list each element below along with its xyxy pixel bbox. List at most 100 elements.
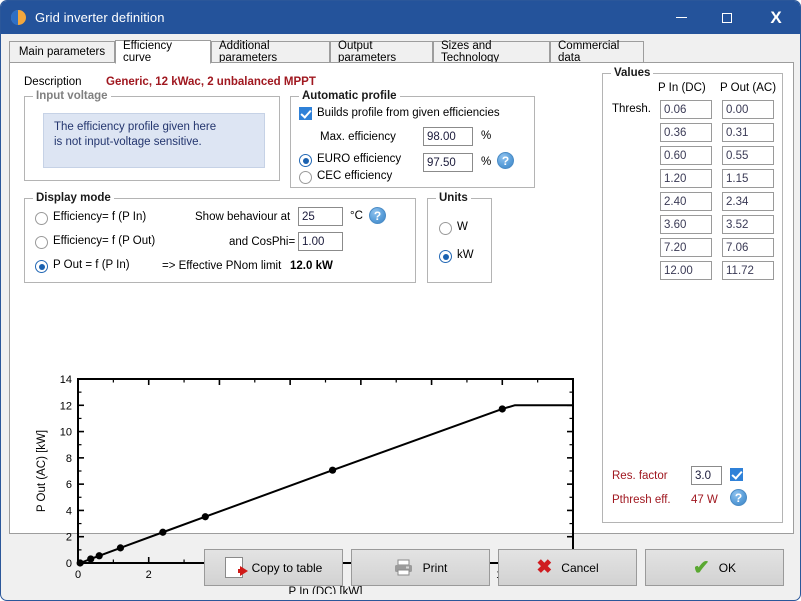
values-pin-row-4[interactable]: [660, 192, 712, 211]
description-label: Description: [24, 76, 82, 88]
res-factor-input[interactable]: [691, 466, 722, 485]
print-label: Print: [422, 560, 448, 575]
radio-unit-kw-label: kW: [457, 249, 474, 261]
automatic-profile-help-icon[interactable]: ?: [497, 152, 514, 169]
input-voltage-message-line2: is not input-voltage sensitive.: [54, 136, 202, 148]
input-voltage-title: Input voltage: [33, 90, 111, 102]
res-factor-checkbox[interactable]: [730, 468, 743, 481]
radio-efficiency-f-pout-label: Efficiency= f (P Out): [53, 235, 156, 247]
input-voltage-message: The efficiency profile given here is not…: [43, 113, 265, 168]
radio-unit-w[interactable]: [439, 222, 452, 235]
grid-inverter-definition-window: Grid inverter definition X Main paramete…: [0, 0, 801, 601]
values-col-pin-header: P In (DC): [658, 82, 706, 94]
automatic-profile-title: Automatic profile: [299, 90, 400, 102]
description-value: Generic, 12 kWac, 2 unbalanced MPPT: [106, 76, 316, 88]
document-arrow-icon: [224, 557, 248, 578]
euro-efficiency-label: EURO efficiency: [317, 153, 402, 165]
svg-text:P Out (AC) [kW]: P Out (AC) [kW]: [36, 430, 48, 512]
tab-sizes-and-technology[interactable]: Sizes and Technology: [433, 40, 550, 64]
values-pout-row-4[interactable]: [722, 192, 774, 211]
input-voltage-message-line1: The efficiency profile given here: [54, 121, 217, 133]
display-mode-group: Display mode Efficiency= f (P In) Effici…: [24, 192, 416, 283]
svg-text:10: 10: [60, 427, 72, 439]
builds-profile-checkbox[interactable]: [299, 107, 312, 120]
pthresh-label: Pthresh eff.: [612, 494, 671, 506]
radio-efficiency-f-pin-label: Efficiency= f (P In): [53, 211, 147, 223]
values-pin-row-3[interactable]: [660, 169, 712, 188]
input-voltage-group: Input voltage The efficiency profile giv…: [24, 90, 280, 181]
show-behaviour-unit: °C: [350, 210, 363, 222]
max-efficiency-input[interactable]: [423, 127, 473, 146]
tab-commercial-data[interactable]: Commercial data: [550, 40, 644, 64]
ok-button[interactable]: ✔ OK: [645, 549, 784, 586]
max-efficiency-unit: %: [481, 130, 492, 142]
svg-text:8: 8: [66, 453, 72, 465]
cec-efficiency-radio[interactable]: [299, 171, 312, 184]
values-help-icon[interactable]: ?: [730, 489, 747, 506]
cancel-label: Cancel: [561, 560, 599, 575]
automatic-profile-group: Automatic profile Builds profile from gi…: [290, 90, 535, 188]
display-mode-title: Display mode: [33, 192, 114, 204]
values-pout-row-1[interactable]: [722, 123, 774, 142]
display-mode-help-icon[interactable]: ?: [369, 207, 386, 224]
builds-profile-label: Builds profile from given efficiencies: [317, 107, 500, 119]
print-button[interactable]: Print: [351, 549, 490, 586]
pnom-limit-label: => Effective PNom limit: [162, 260, 282, 272]
thresh-label: Thresh.: [612, 103, 651, 115]
radio-pout-f-pin[interactable]: [35, 260, 48, 273]
values-pout-row-7[interactable]: [722, 261, 774, 280]
values-pout-row-3[interactable]: [722, 169, 774, 188]
close-button[interactable]: X: [750, 1, 800, 34]
values-pout-row-0[interactable]: [722, 100, 774, 119]
values-pin-row-6[interactable]: [660, 238, 712, 257]
euro-efficiency-radio[interactable]: [299, 154, 312, 167]
values-pin-row-0[interactable]: [660, 100, 712, 119]
values-pout-row-5[interactable]: [722, 215, 774, 234]
values-title: Values: [611, 67, 654, 79]
cosphi-label: and CosPhi=: [229, 236, 296, 248]
ok-label: OK: [718, 560, 737, 575]
show-behaviour-label: Show behaviour at: [195, 211, 291, 223]
values-pin-row-7[interactable]: [660, 261, 712, 280]
units-title: Units: [436, 192, 471, 204]
values-pin-row-5[interactable]: [660, 215, 712, 234]
values-pin-row-1[interactable]: [660, 123, 712, 142]
window-title: Grid inverter definition: [35, 10, 165, 25]
minimize-button[interactable]: [658, 1, 704, 34]
radio-pout-f-pin-label: P Out = f (P In): [53, 259, 130, 271]
efficiency-curve-panel: Description Generic, 12 kWac, 2 unbalanc…: [9, 62, 794, 598]
res-factor-label: Res. factor: [612, 470, 668, 482]
pnom-limit-value: 12.0 kW: [290, 260, 333, 272]
tab-efficiency-curve[interactable]: Efficiency curve: [115, 40, 211, 64]
cec-efficiency-label: CEC efficiency: [317, 170, 393, 182]
values-pout-row-2[interactable]: [722, 146, 774, 165]
check-icon: ✔: [692, 556, 710, 579]
close-x-icon: ✖: [536, 557, 553, 578]
euro-efficiency-input[interactable]: [423, 153, 473, 172]
window-controls: X: [658, 1, 800, 34]
copy-to-table-button[interactable]: Copy to table: [204, 549, 343, 586]
show-behaviour-input[interactable]: [298, 207, 343, 226]
svg-text:14: 14: [60, 374, 72, 386]
tab-output-parameters[interactable]: Output parameters: [330, 40, 433, 64]
svg-text:12: 12: [60, 400, 72, 412]
copy-to-table-label: Copy to table: [251, 560, 323, 575]
maximize-button[interactable]: [704, 1, 750, 34]
button-bar: Copy to table Print ✖ Cancel ✔ OK: [1, 541, 800, 600]
cancel-button[interactable]: ✖ Cancel: [498, 549, 637, 586]
values-col-pout-header: P Out (AC): [720, 82, 777, 94]
printer-icon: [394, 559, 414, 576]
svg-text:4: 4: [66, 505, 72, 517]
tab-additional-parameters[interactable]: Additional parameters: [211, 40, 330, 64]
radio-efficiency-f-pout[interactable]: [35, 236, 48, 249]
tab-main-parameters[interactable]: Main parameters: [9, 41, 115, 63]
units-group: Units W kW: [427, 192, 492, 283]
pthresh-value: 47 W: [691, 494, 718, 506]
cosphi-input[interactable]: [298, 232, 343, 251]
values-pin-row-2[interactable]: [660, 146, 712, 165]
efficiency-unit: %: [481, 156, 492, 168]
radio-unit-kw[interactable]: [439, 250, 452, 263]
values-group: Values P In (DC) P Out (AC) Thresh. Res.…: [602, 67, 783, 523]
radio-efficiency-f-pin[interactable]: [35, 212, 48, 225]
values-pout-row-6[interactable]: [722, 238, 774, 257]
